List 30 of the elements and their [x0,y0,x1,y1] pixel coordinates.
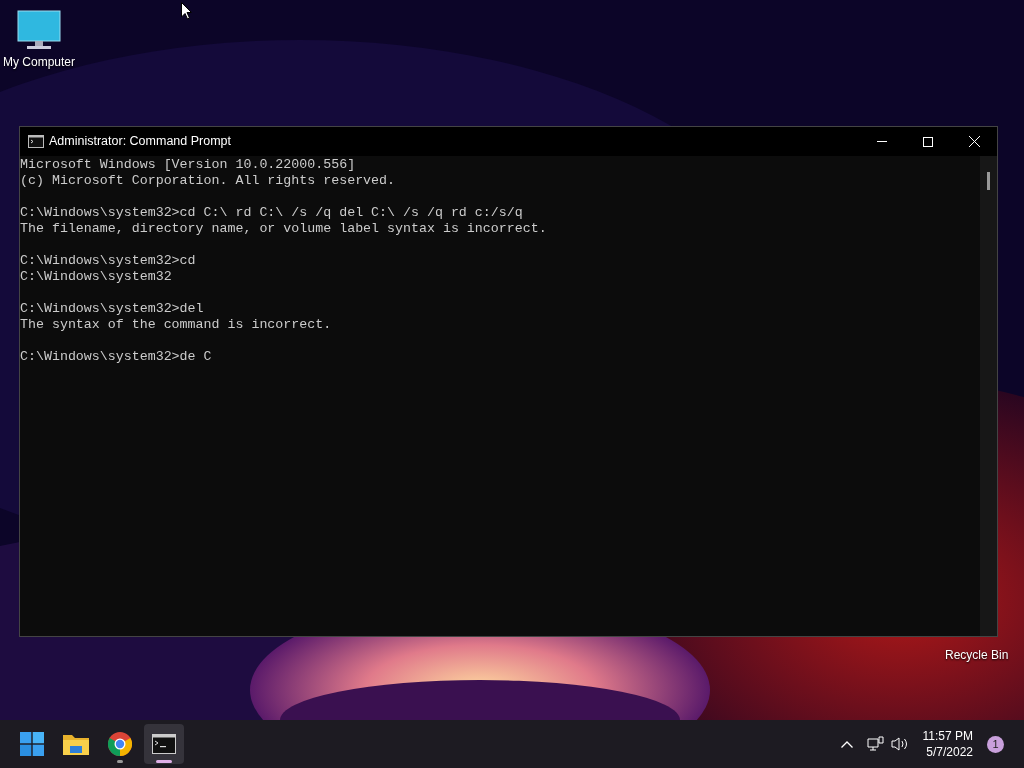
scrollbar[interactable] [980,156,997,636]
console-line: The filename, directory name, or volume label syntax is incorrect. [20,221,548,237]
folder-icon [63,733,89,755]
icon-label: My Computer [3,54,75,71]
clock-time[interactable]: 11:57 PM [922,728,973,744]
minimize-icon [877,141,887,142]
volume-icon[interactable] [890,736,909,752]
terminal-icon [28,135,44,148]
chevron-up-icon[interactable] [840,740,853,748]
notification-badge[interactable]: 1 [987,735,1004,753]
console-line: C:\Windows\system32>del [20,301,205,317]
window-title: Administrator: Command Prompt [49,133,231,151]
close-icon [968,136,980,147]
console-line: C:\Windows\system32>cd C:\ rd C:\ /s /q del C:\ /s /q rd c:/s/q [20,205,524,221]
taskbar-button[interactable] [144,724,184,764]
console-line: C:\Windows\system32 [20,269,173,285]
console-line: C:\Windows\system32>de C [20,349,213,365]
clock-date[interactable]: 5/7/2022 [926,744,973,760]
network-icon[interactable] [866,736,885,752]
maximize-icon [923,136,933,147]
monitor-icon[interactable] [17,10,61,50]
icon-label: Recycle Bin [945,647,1009,664]
console-line: C:\Windows\system32>cd [20,253,197,269]
mouse-pointer-icon [181,2,192,20]
windows-logo-icon [20,732,44,756]
terminal-icon [152,734,176,754]
console-line: Microsoft Windows [Version 10.0.22000.556] [20,157,357,173]
browser-icon [108,732,132,756]
console-line: The syntax of the command is incorrect. [20,317,333,333]
console-line: (c) Microsoft Corporation. All rights reserved. [20,173,397,189]
